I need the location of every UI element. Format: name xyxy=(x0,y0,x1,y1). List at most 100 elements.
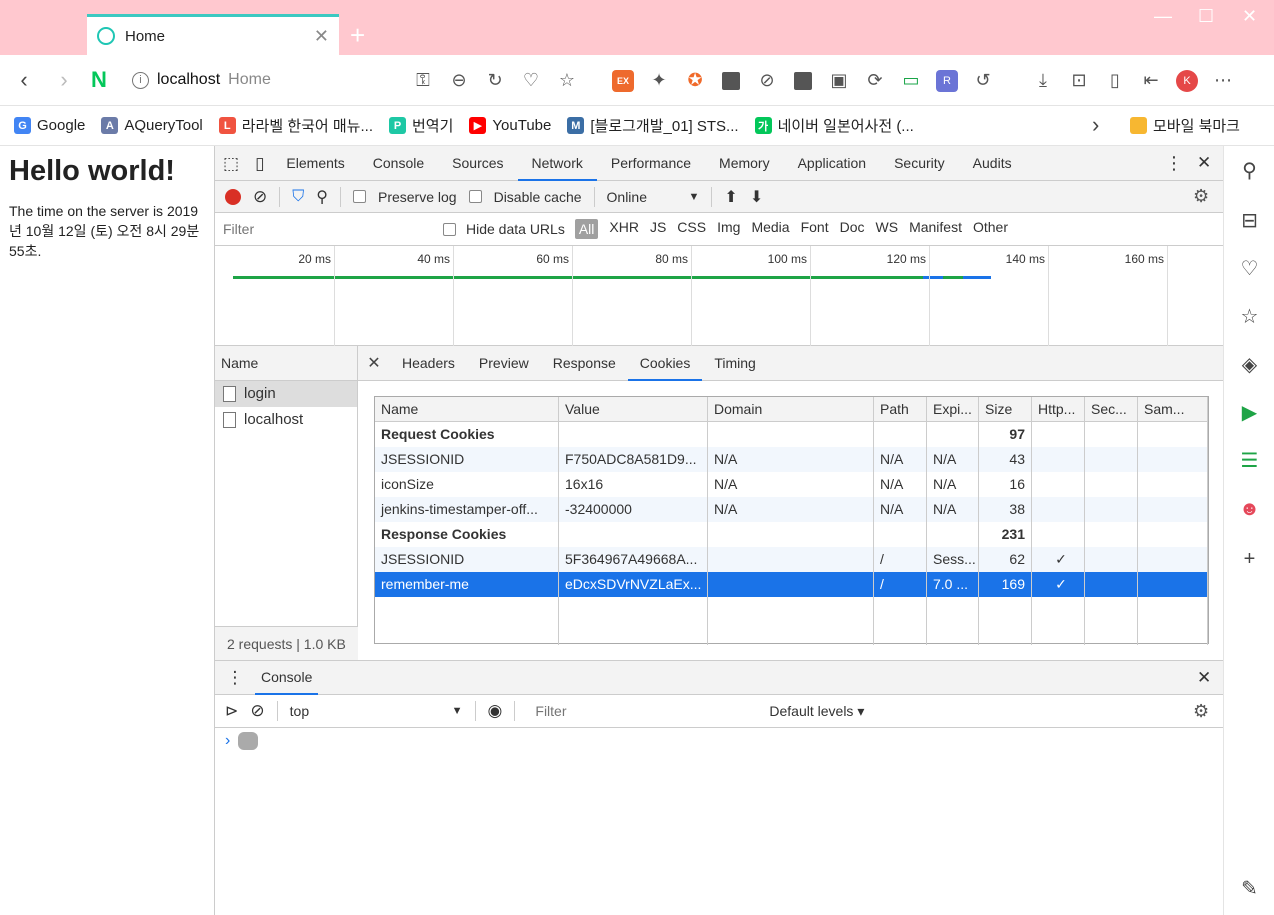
whale-shield-icon[interactable]: ♡ xyxy=(518,68,544,94)
cookie-section-row[interactable]: Request Cookies 97 xyxy=(375,422,1208,447)
detail-tab-preview[interactable]: Preview xyxy=(467,346,541,381)
search-icon[interactable]: ⚲ xyxy=(316,187,328,207)
play-icon[interactable]: ▶ xyxy=(1224,400,1274,425)
key-icon[interactable]: ⚿ xyxy=(410,68,436,94)
devtools-tab-security[interactable]: Security xyxy=(880,146,959,181)
filter-type-xhr[interactable]: XHR xyxy=(609,219,639,239)
filter-type-js[interactable]: JS xyxy=(650,219,666,239)
sync-extension-icon[interactable]: ⟳ xyxy=(862,68,888,94)
column-header[interactable]: Name xyxy=(375,397,559,421)
bookmarks-more-icon[interactable]: › xyxy=(1092,112,1099,138)
devtools-tab-elements[interactable]: Elements xyxy=(272,146,358,181)
log-levels-select[interactable]: Default levels ▾ xyxy=(769,703,864,720)
live-expression-eye-icon[interactable]: ◉ xyxy=(488,701,503,721)
minimize-button[interactable]: — xyxy=(1154,6,1172,27)
cookie-row[interactable]: remember-me eDcxSDVrNVZLaEx... /7.0 ... 169… xyxy=(375,572,1208,597)
lifebuoy-extension-icon[interactable]: ✪ xyxy=(682,68,708,94)
filter-type-css[interactable]: CSS xyxy=(677,219,706,239)
filter-type-other[interactable]: Other xyxy=(973,219,1008,239)
request-row[interactable]: login xyxy=(215,381,357,407)
add-sidebar-icon[interactable]: + xyxy=(1224,548,1274,571)
search-sidebar-icon[interactable]: ⚲ xyxy=(1224,158,1274,183)
detail-tab-cookies[interactable]: Cookies xyxy=(627,346,703,381)
devtools-tab-console[interactable]: Console xyxy=(359,146,438,181)
chat-icon[interactable]: ☻ xyxy=(1224,498,1274,521)
filter-type-ws[interactable]: WS xyxy=(876,219,899,239)
maximize-button[interactable]: ☐ xyxy=(1198,6,1214,27)
devtools-more-icon[interactable]: ⋮ xyxy=(1165,153,1183,174)
address-bar[interactable]: i localhost Home xyxy=(132,71,271,89)
request-row[interactable]: localhost xyxy=(215,407,357,433)
network-settings-icon[interactable]: ⚙ xyxy=(1193,186,1209,207)
devtools-close-icon[interactable]: ✕ xyxy=(1197,153,1211,173)
naver-home-button[interactable]: N xyxy=(84,67,114,93)
profile-avatar[interactable]: K xyxy=(1174,68,1200,94)
cookie-row[interactable]: JSESSIONID 5F364967A49668A... / Sess... 62 ✓ xyxy=(375,547,1208,572)
detail-tab-timing[interactable]: Timing xyxy=(702,346,768,381)
filter-type-media[interactable]: Media xyxy=(751,219,789,239)
context-chevron-icon[interactable]: ▼ xyxy=(452,705,463,717)
split-view-icon[interactable]: ⇤ xyxy=(1138,68,1164,94)
preserve-log-checkbox[interactable] xyxy=(352,190,366,203)
capture-icon[interactable]: ⊡ xyxy=(1066,68,1092,94)
console-prompt[interactable]: › xyxy=(215,728,1224,754)
cookie-section-row[interactable]: Response Cookies 231 xyxy=(375,522,1208,547)
filter-funnel-icon[interactable]: ⛉ xyxy=(292,188,304,206)
site-info-icon[interactable]: i xyxy=(132,71,149,89)
drawer-tab-console[interactable]: Console xyxy=(255,660,319,695)
forward-button[interactable]: › xyxy=(44,67,84,93)
device-toolbar-icon[interactable]: ▯ xyxy=(247,146,272,181)
request-list-header[interactable]: Name xyxy=(215,346,357,381)
sidebar-toggle-icon[interactable]: ▯ xyxy=(1102,68,1128,94)
mobile-bookmarks[interactable]: 모바일 북마크 xyxy=(1130,115,1240,136)
devtools-tab-network[interactable]: Network xyxy=(517,146,597,181)
favorites-star-icon[interactable]: ☆ xyxy=(1224,304,1274,329)
console-filter-input[interactable] xyxy=(531,700,758,722)
column-header[interactable]: Http... xyxy=(1032,397,1085,421)
disable-cache-checkbox[interactable] xyxy=(468,190,482,203)
bookmark-item[interactable]: G Google xyxy=(14,117,85,134)
download-icon[interactable]: ⤓ xyxy=(1030,68,1056,94)
extension-square-icon[interactable] xyxy=(718,68,744,94)
inspect-element-icon[interactable]: ⬚ xyxy=(215,146,247,181)
calculator-icon[interactable]: ⊟ xyxy=(1224,208,1274,233)
devtools-tab-memory[interactable]: Memory xyxy=(705,146,784,181)
column-header[interactable]: Domain xyxy=(708,397,874,421)
rss-extension-icon[interactable]: R xyxy=(934,68,960,94)
close-detail-icon[interactable]: ✕ xyxy=(358,353,390,373)
whale-icon[interactable]: ♡ xyxy=(1224,256,1274,281)
chevron-down-icon[interactable]: ▼ xyxy=(689,191,700,203)
tv-extension-icon[interactable]: ▭ xyxy=(898,68,924,94)
new-tab-button[interactable]: + xyxy=(350,20,365,51)
detail-tab-headers[interactable]: Headers xyxy=(390,346,467,381)
column-header[interactable]: Sam... xyxy=(1138,397,1208,421)
bookmark-item[interactable]: P 번역기 xyxy=(389,115,453,136)
devtools-tab-performance[interactable]: Performance xyxy=(597,146,705,181)
throttle-select[interactable]: Online xyxy=(607,189,677,205)
bookmark-star-icon[interactable]: ☆ xyxy=(554,68,580,94)
import-har-icon[interactable]: ⬆ xyxy=(724,187,737,207)
list-icon[interactable]: ☰ xyxy=(1224,448,1274,473)
column-header[interactable]: Expi... xyxy=(927,397,979,421)
filter-type-img[interactable]: Img xyxy=(717,219,740,239)
back-button[interactable]: ‹ xyxy=(4,67,44,93)
filter-type-manifest[interactable]: Manifest xyxy=(909,219,962,239)
penguin-extension-icon[interactable]: ✦ xyxy=(646,68,672,94)
reload-icon[interactable]: ↻ xyxy=(482,68,508,94)
cookie-row[interactable]: jenkins-timestamper-off... -32400000 N/A N/… xyxy=(375,497,1208,522)
network-timeline[interactable]: 20 ms 40 ms 60 ms 80 ms 100 ms 120 ms 140 ms 16… xyxy=(215,246,1224,346)
column-header[interactable]: Size xyxy=(979,397,1032,421)
bookmark-item[interactable]: A AQueryTool xyxy=(101,117,203,134)
extension-square2-icon[interactable] xyxy=(790,68,816,94)
filter-type-all[interactable]: All xyxy=(574,219,599,239)
ex-extension-icon[interactable]: EX xyxy=(610,68,636,94)
sidebar-toggle-console-icon[interactable]: ⊳ xyxy=(225,701,238,721)
devtools-tab-application[interactable]: Application xyxy=(784,146,881,181)
clear-icon[interactable]: ⊘ xyxy=(253,187,267,207)
line-extension-icon[interactable]: ▣ xyxy=(826,68,852,94)
cookie-row[interactable]: JSESSIONID F750ADC8A581D9... N/A N/A N/A 43 xyxy=(375,447,1208,472)
zoom-out-icon[interactable]: ⊖ xyxy=(446,68,472,94)
link-extension-icon[interactable]: ⊘ xyxy=(754,68,780,94)
devtools-tab-audits[interactable]: Audits xyxy=(959,146,1026,181)
cookie-row[interactable]: iconSize 16x16 N/A N/A N/A 16 xyxy=(375,472,1208,497)
